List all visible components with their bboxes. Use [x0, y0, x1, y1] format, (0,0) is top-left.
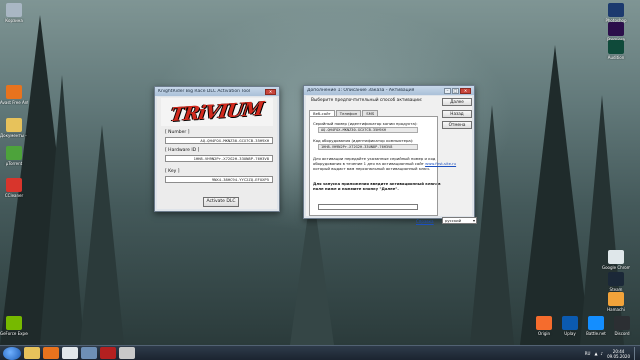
dlc-titlebar[interactable]: KnightRider Big Race DLC Activation Tool…: [155, 87, 279, 96]
chrome-icon[interactable]: [62, 347, 78, 359]
language-indicator[interactable]: RU: [585, 351, 591, 356]
serial-number-label: Серийный номер (идентификатор копии прод…: [313, 121, 418, 126]
explorer-icon[interactable]: [24, 347, 40, 359]
hardware-code-label: Код оборудования (идентификатор компьюте…: [313, 138, 414, 143]
activation-key-input[interactable]: [318, 204, 418, 210]
taskbar: RU ▲ ♪ 20:44 09.05.2020: [0, 345, 640, 360]
desktop-shortcut-label: µTorrent: [5, 161, 23, 166]
clock-date: 09.05.2020: [607, 353, 630, 359]
dlc-activation-window: KnightRider Big Race DLC Activation Tool…: [154, 86, 280, 212]
hamachi-icon: [608, 292, 624, 306]
hardware-id-label: [ Hardware ID ]: [165, 148, 200, 153]
desktop-shortcut[interactable]: GeForce Experience: [0, 316, 28, 336]
back-button[interactable]: Назад: [442, 110, 472, 118]
desktop-shortcut-label: Google Chrome: [602, 265, 630, 270]
window-app-icon[interactable]: [81, 347, 97, 359]
trivium-app-icon[interactable]: [100, 347, 116, 359]
desktop-shortcut-label: Origin: [537, 331, 551, 336]
wizard-titlebar[interactable]: Дополнение 1: Описание Заказа - Активаци…: [304, 86, 474, 95]
desktop-shortcut-label: GeForce Experience: [0, 331, 28, 336]
taskbar-apps: [21, 347, 135, 359]
activation-app-icon[interactable]: [119, 347, 135, 359]
desktop-shortcut[interactable]: Origin: [530, 316, 558, 336]
media-player-icon[interactable]: [43, 347, 59, 359]
desktop-shortcut-label: Uplay: [564, 331, 576, 336]
recycle-bin-icon: [6, 3, 22, 17]
wizard-instruction: Выберите предпочтительный способ активац…: [311, 98, 423, 103]
number-label: [ Number ]: [165, 130, 190, 135]
battlenet-icon: [588, 316, 604, 330]
desktop-shortcut[interactable]: Audition: [602, 40, 630, 60]
next-button[interactable]: Далее: [442, 98, 472, 106]
website-tab-panel: Серийный номер (идентификатор копии прод…: [309, 116, 456, 216]
hardware-code-field[interactable]: 1HH8-VH9N2Pr-X72G2H-33UN8P-76H3V8: [318, 144, 418, 150]
desktop-shortcut[interactable]: Uplay: [556, 316, 584, 336]
photoshop-icon: [608, 3, 624, 17]
desktop-shortcut-label: CCleaner: [4, 193, 24, 198]
utorrent-icon: [6, 146, 22, 160]
desktop-shortcut[interactable]: Battle.net: [582, 316, 610, 336]
language-select[interactable]: русский: [442, 217, 477, 224]
dlc-body: TRiVIUM [ Number ] AQ-QH4FOX-MKNZ30-GCX7…: [157, 97, 277, 209]
desktop-shortcut[interactable]: Steam: [602, 272, 630, 292]
wizard-close-button[interactable]: ✕: [460, 87, 471, 94]
desktop-shortcut[interactable]: Документы - Ярлык: [0, 118, 28, 138]
activate-dlc-button[interactable]: Activate DLC: [203, 197, 239, 207]
discord-icon: [614, 316, 630, 330]
steam-icon: [608, 272, 624, 286]
chrome-icon: [608, 250, 624, 264]
desktop-shortcut-label: Audition: [607, 55, 625, 60]
desktop-shortcut[interactable]: Google Chrome: [602, 250, 630, 270]
premiere-icon: [608, 22, 624, 36]
minimize-icon[interactable]: –: [444, 87, 451, 94]
info-line-3: который выдаст вам персональный активаци…: [313, 166, 431, 171]
uplay-icon: [562, 316, 578, 330]
geforce-icon: [6, 316, 22, 330]
desktop-shortcut-label: Avast Free Antivirus: [0, 100, 28, 105]
help-link[interactable]: Справка: [416, 219, 434, 224]
activation-wizard-window: Дополнение 1: Описание Заказа - Активаци…: [303, 85, 477, 224]
trivium-logo: TRiVIUM: [161, 98, 273, 126]
audition-icon: [608, 40, 624, 54]
desktop-shortcut-label: Hamachi: [607, 307, 625, 312]
show-desktop-button[interactable]: [634, 347, 638, 360]
clock[interactable]: 20:44 09.05.2020: [607, 349, 630, 359]
desktop-shortcut[interactable]: CCleaner: [0, 178, 28, 198]
cancel-button[interactable]: Отмена: [442, 121, 472, 129]
key-prompt-line-2: поле ниже и нажмите кнопку "Далее".: [313, 186, 399, 191]
origin-icon: [536, 316, 552, 330]
start-button[interactable]: [3, 346, 21, 360]
desktop-shortcut[interactable]: Корзина: [0, 3, 28, 23]
desktop-shortcut-label: Discord: [614, 331, 630, 336]
desktop-background: Корзина Avast Free Antivirus Документы - Я…: [0, 0, 640, 345]
number-field[interactable]: AQ-QH4FOX-MKNZ30-GCX7CB-35H9XH: [165, 137, 273, 144]
desktop-shortcut-label: Корзина: [5, 18, 23, 23]
volume-icon[interactable]: ♪: [601, 351, 604, 356]
desktop-shortcut[interactable]: Premiere: [602, 22, 630, 42]
avast-icon: [6, 85, 22, 99]
desktop-shortcut[interactable]: Avast Free Antivirus: [0, 85, 28, 105]
folder-icon: [6, 118, 22, 132]
dlc-close-button[interactable]: ✕: [265, 88, 276, 95]
desktop-shortcut[interactable]: µTorrent: [0, 146, 28, 166]
desktop-shortcut[interactable]: Hamachi: [602, 292, 630, 312]
ccleaner-icon: [6, 178, 22, 192]
maximize-icon[interactable]: □: [452, 87, 459, 94]
wizard-body: Выберите предпочтительный способ активац…: [306, 96, 477, 224]
desktop-shortcut-label: Документы - Ярлык: [0, 133, 28, 138]
serial-number-field[interactable]: AQ-QH4FOX-MKNZ30-GCX7CB-35H9XH: [318, 127, 418, 133]
desktop-shortcut[interactable]: Photoshop: [602, 3, 630, 23]
dlc-window-title: KnightRider Big Race DLC Activation Tool: [158, 89, 251, 94]
key-label: [ Key ]: [165, 169, 180, 174]
system-tray: RU ▲ ♪ 20:44 09.05.2020: [585, 347, 638, 360]
desktop-shortcut[interactable]: Discord: [608, 316, 636, 336]
key-field[interactable]: 9NX4-38HC94-YYC2ZQ-EFUXP5: [165, 176, 273, 183]
hardware-id-field[interactable]: 1HH8-VH9N2Pr-X72G2H-33UN8P-76H3V8: [165, 155, 273, 162]
wizard-window-title: Дополнение 1: Описание Заказа - Активаци…: [307, 88, 415, 93]
network-icon[interactable]: ▲: [594, 351, 597, 356]
trivium-logo-text: TRiVIUM: [169, 98, 265, 126]
desktop-shortcut-label: Battle.net: [586, 331, 606, 336]
